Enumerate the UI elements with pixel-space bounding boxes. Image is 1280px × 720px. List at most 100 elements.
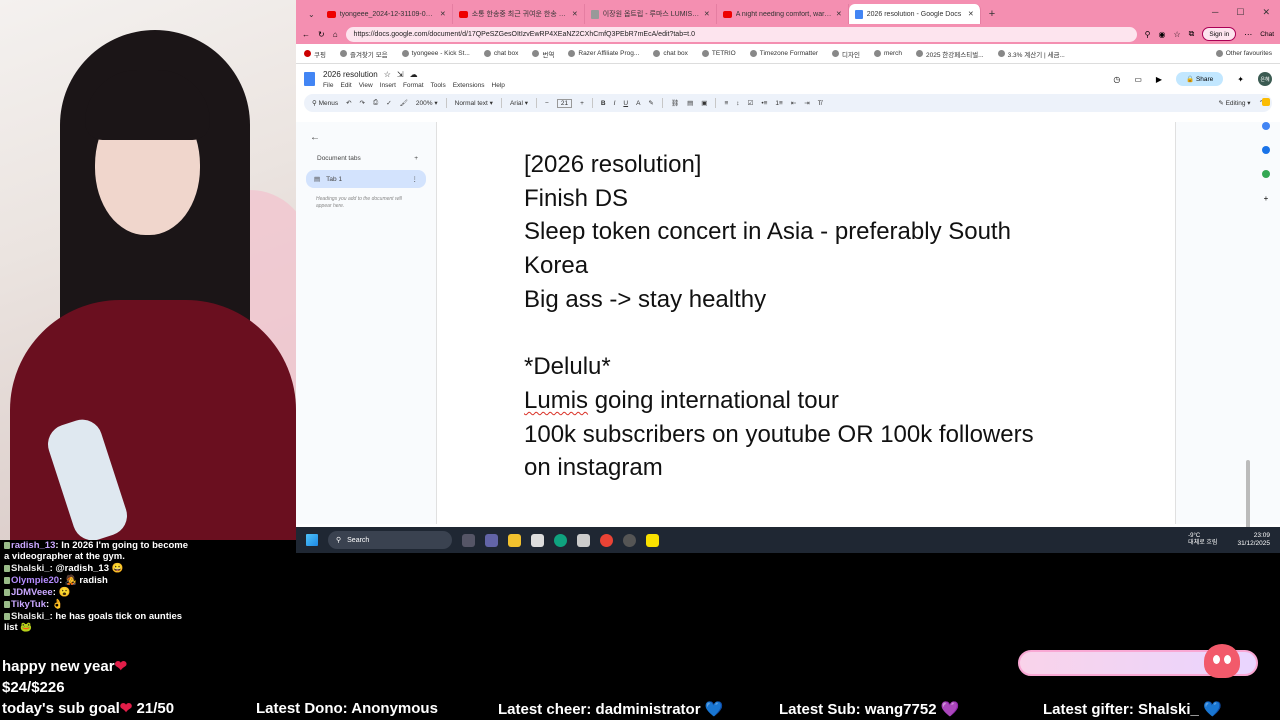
bold-icon[interactable]: B [601,100,606,107]
spellcheck-icon[interactable]: ✓ [386,99,391,107]
menu-tools[interactable]: Tools [431,82,446,89]
add-addon-icon[interactable]: + [1264,194,1269,203]
font-size-increase[interactable]: + [580,100,584,107]
extension-icon[interactable]: ◉ [1159,30,1166,39]
close-icon[interactable]: ✕ [704,10,710,18]
close-icon[interactable]: ✕ [572,10,578,18]
doc-line[interactable]: on instagram [524,451,1084,485]
italic-icon[interactable]: I [614,100,616,107]
numbered-list-icon[interactable]: 1≡ [775,100,782,107]
store-icon[interactable] [531,533,544,547]
menu-view[interactable]: View [359,82,373,89]
refresh-icon[interactable]: ↻ [318,30,325,39]
bookmark-item[interactable]: merch [873,50,902,57]
other-favourites[interactable]: Other favourites [1215,50,1272,57]
line-spacing-icon[interactable]: ↕ [736,100,739,107]
style-select[interactable]: Normal text ▾ [455,99,493,107]
doc-line[interactable]: Korea [524,249,1084,283]
redo-icon[interactable]: ↷ [360,99,365,107]
paint-format-icon[interactable]: 🖌 [400,99,408,107]
doc-line[interactable]: Sleep token concert in Asia - preferably… [524,215,1084,249]
bookmark-item[interactable]: 즐겨찾기 모음 [339,49,388,59]
copilot-chat-button[interactable]: Chat [1260,31,1274,38]
start-icon[interactable] [306,534,318,546]
url-field[interactable]: https://docs.google.com/document/d/17QPe… [345,26,1137,42]
taskbar-search[interactable]: ⚲ Search [328,531,452,549]
comment-icon[interactable]: ▤ [687,99,693,107]
scrollbar[interactable] [1246,460,1250,535]
more-icon[interactable]: ⋯ [1244,30,1252,39]
highlight-icon[interactable]: ✎ [648,99,653,107]
browser-tab[interactable]: tyongeee_2024-12-31109-00-082- ✕ [321,4,453,24]
favorite-star-icon[interactable]: ☆ [1174,30,1181,39]
doc-line[interactable]: Finish DS [524,182,1084,216]
doc-line[interactable]: [2026 resolution] [524,148,1084,182]
comments-icon[interactable]: ▭ [1134,75,1142,84]
close-icon[interactable]: ✕ [968,10,974,18]
avatar[interactable]: 은혜 [1258,72,1272,86]
browser-tab[interactable]: 소통 한송중 최근 귀여운 한송 브라우 ✕ [453,4,585,24]
share-button[interactable]: 🔒 Share [1176,72,1224,86]
font-size-input[interactable]: 21 [556,98,573,108]
font-size-decrease[interactable]: − [545,100,549,107]
move-icon[interactable]: ⇲ [397,70,404,79]
doc-line[interactable]: Lumis going international tour [524,384,1084,418]
clock[interactable]: 23:09 31/12/2025 [1237,532,1270,549]
bookmark-item[interactable]: Timezone Formatter [749,50,818,57]
align-icon[interactable]: ≡ [724,100,728,107]
kakaotalk-icon[interactable] [646,533,659,547]
indent-decrease-icon[interactable]: ⇤ [791,99,796,107]
history-icon[interactable]: ◷ [1113,75,1120,84]
menu-help[interactable]: Help [492,82,505,89]
bookmark-item[interactable]: TETRIO [701,50,736,57]
collections-icon[interactable]: ⧉ [1189,29,1195,39]
close-icon[interactable]: ✕ [440,10,446,18]
bookmark-item[interactable]: Razer Affiliate Prog... [568,50,639,57]
gemini-icon[interactable]: ✦ [1237,75,1244,84]
doc-title[interactable]: 2026 resolution [323,70,378,79]
weather-widget[interactable]: -9°C 대체로 흐림 [1188,533,1217,547]
menus-search[interactable]: ⚲ Menus [312,99,338,107]
maximize-icon[interactable]: ☐ [1236,7,1244,18]
teams-icon[interactable] [485,533,498,547]
editing-mode-select[interactable]: ✎ Editing ▾ [1218,99,1250,107]
menu-insert[interactable]: Insert [380,82,396,89]
menu-edit[interactable]: Edit [340,82,351,89]
zoom-select[interactable]: 200% ▾ [416,99,438,107]
undo-icon[interactable]: ↶ [346,99,351,107]
link-icon[interactable]: ⛓ [671,99,679,107]
meet-icon[interactable]: ▶ [1156,75,1162,84]
tasks-icon[interactable] [1262,122,1270,130]
obs-icon[interactable] [623,533,636,547]
bookmark-item[interactable]: 번역 [532,49,554,59]
bookmark-item[interactable]: chat box [483,50,518,57]
doc-line[interactable]: 100k subscribers on youtube OR 100k foll… [524,418,1084,452]
back-icon[interactable]: ← [302,30,310,39]
menu-format[interactable]: Format [403,82,424,89]
menu-file[interactable]: File [323,82,333,89]
bookmark-item[interactable]: chat box [653,50,688,57]
new-tab-button[interactable]: + [981,8,1003,24]
keep-icon[interactable] [1262,98,1270,106]
tab-search-icon[interactable]: ⌄ [302,10,321,24]
sign-in-button[interactable]: Sign in [1202,27,1237,41]
zoom-icon[interactable]: ⚲ [1145,30,1151,39]
underline-icon[interactable]: U [623,100,628,107]
star-icon[interactable]: ☆ [384,70,391,79]
edge-icon[interactable] [554,533,567,547]
maps-icon[interactable] [1262,170,1270,178]
close-icon[interactable]: ✕ [836,10,842,18]
misspelled-word[interactable]: Lumis [524,387,588,414]
bookmark-item[interactable]: 3.3% 계산기 | 세금... [997,49,1065,59]
bookmark-item[interactable]: 디자인 [832,49,860,59]
clear-formatting-icon[interactable]: T̸ [818,100,822,107]
browser-tab[interactable]: A night needing comfort, warm pi ✕ [717,4,849,24]
task-view-icon[interactable] [462,533,475,547]
contacts-icon[interactable] [1262,146,1270,154]
app-icon[interactable] [577,533,590,547]
back-arrow-icon[interactable]: ← [310,132,426,143]
bookmark-item[interactable]: 2025 한강페스티벌... [916,49,984,59]
document-content[interactable]: [2026 resolution] Finish DS Sleep token … [524,148,1084,485]
home-icon[interactable]: ⌂ [333,30,338,39]
file-explorer-icon[interactable] [508,533,521,547]
